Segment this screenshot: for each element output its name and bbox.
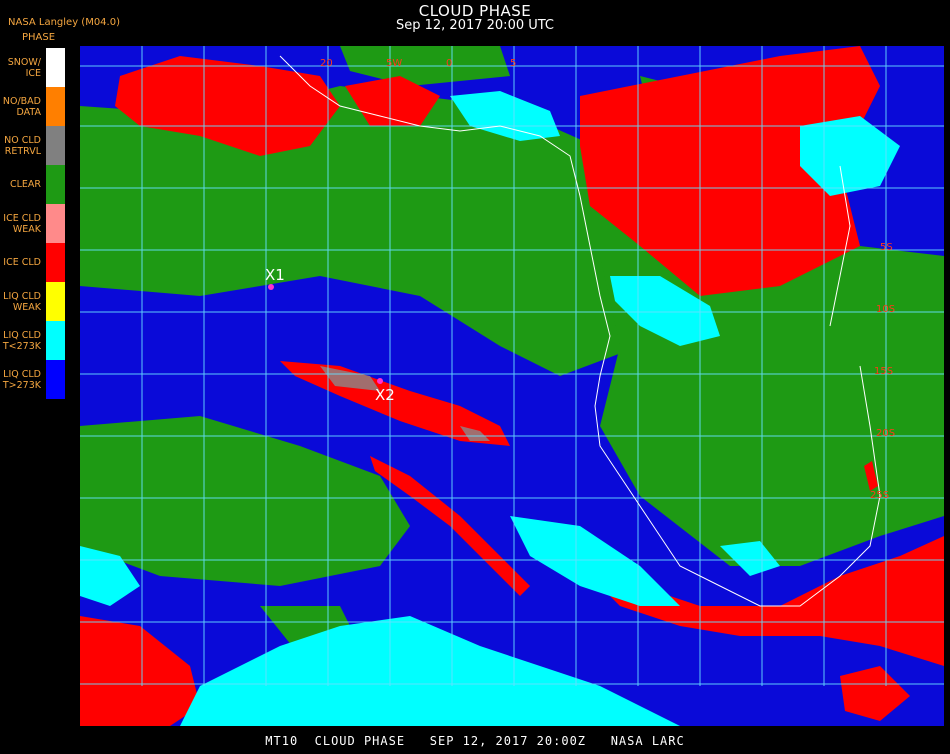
marker-x1-dot[interactable] — [268, 284, 274, 290]
legend-swatch — [46, 243, 65, 282]
producer-label: NASA Langley (M04.0) — [8, 17, 120, 28]
marker-x2-dot[interactable] — [377, 378, 383, 384]
lon-label-20: 20 — [320, 58, 333, 69]
legend-item-no-cld-retrvl: NO CLD RETRVL — [0, 126, 66, 165]
marker-x2-label: X2 — [375, 386, 395, 404]
lat-label-25s: 25S — [870, 490, 890, 501]
lon-label-0: 0 — [446, 58, 453, 69]
legend-swatch — [46, 204, 65, 243]
map-imagery — [80, 46, 944, 726]
map-timestamp: Sep 12, 2017 20:00 UTC — [395, 18, 555, 33]
legend-label: LIQ CLD T<273K — [2, 329, 41, 352]
legend-label: NO/BAD DATA — [2, 95, 41, 118]
legend-item-clear: CLEAR — [0, 165, 66, 204]
lat-label-15s: 15S — [874, 366, 894, 377]
legend-label: LIQ CLD T>273K — [2, 368, 41, 391]
legend-label: ICE CLD — [3, 257, 41, 268]
legend-swatch — [46, 48, 65, 87]
lon-label-5w: 5W — [386, 58, 403, 69]
footer-caption: MT10 CLOUD PHASE SEP 12, 2017 20:00Z NAS… — [265, 734, 685, 748]
legend-swatch — [46, 321, 65, 360]
lat-label-10s: 10S — [876, 304, 896, 315]
legend-item-liq-cld-cold: LIQ CLD T<273K — [0, 321, 66, 360]
lat-label-20s: 20S — [876, 428, 896, 439]
legend-item-ice-cld-weak: ICE CLD WEAK — [0, 204, 66, 243]
legend-swatch — [46, 282, 65, 321]
legend-swatch — [46, 360, 65, 399]
legend-item-no-bad-data: NO/BAD DATA — [0, 87, 66, 126]
legend-label: SNOW/ ICE — [7, 56, 41, 79]
legend-item-ice-cld: ICE CLD — [0, 243, 66, 282]
legend-swatch — [46, 126, 65, 165]
legend-swatch — [46, 87, 65, 126]
legend-item-liq-cld-warm: LIQ CLD T>273K — [0, 360, 66, 399]
legend-item-snow-ice: SNOW/ ICE — [0, 48, 66, 87]
marker-x1-label: X1 — [265, 266, 285, 284]
legend-swatch — [46, 165, 65, 204]
legend-label: CLEAR — [9, 179, 41, 190]
lon-label-5: 5 — [510, 58, 517, 69]
lat-label-5s: 5S — [880, 242, 893, 253]
legend-label: LIQ CLD WEAK — [3, 290, 41, 313]
legend-label: ICE CLD WEAK — [3, 212, 41, 235]
legend-label: NO CLD RETRVL — [4, 134, 41, 157]
cloud-phase-map[interactable]: X1 X2 5S 10S 15S 20S 25S 20 5W 0 5 — [80, 46, 944, 726]
legend-item-liq-cld-weak: LIQ CLD WEAK — [0, 282, 66, 321]
legend-title: PHASE — [22, 32, 56, 43]
